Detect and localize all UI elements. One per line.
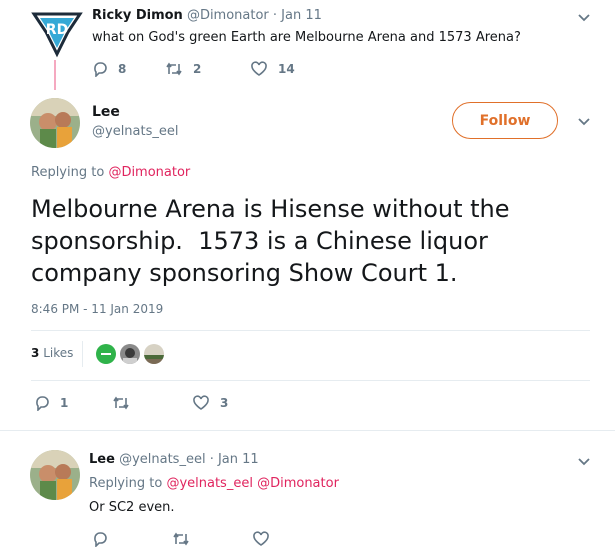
author-name[interactable]: Lee (89, 452, 115, 467)
likes-count: 3 (31, 346, 40, 360)
like-action[interactable]: 14 (250, 61, 295, 77)
tweet-header: Lee @yelnats_eel · Jan 11 (89, 452, 259, 467)
divider (0, 430, 615, 431)
reply-action[interactable]: 1 (34, 395, 68, 411)
replying-to-link[interactable]: @yelnats_eel (166, 476, 253, 491)
reply-icon (34, 395, 50, 411)
retweet-icon (172, 531, 190, 547)
author-handle[interactable]: @yelnats_eel (119, 452, 206, 467)
liker-avatar[interactable] (142, 342, 166, 366)
replying-to-link[interactable]: @Dimonator (257, 476, 339, 491)
thread-connector-line (54, 60, 56, 90)
chevron-down-icon[interactable] (577, 13, 591, 23)
heart-icon (192, 395, 210, 411)
reply-icon (92, 531, 108, 547)
replying-to-link[interactable]: @Dimonator (108, 165, 190, 180)
author-name[interactable]: Ricky Dimon (92, 8, 183, 23)
author-handle[interactable]: @yelnats_eel (92, 124, 179, 139)
avatar-lee[interactable] (30, 98, 80, 148)
reply-icon (92, 61, 108, 77)
replying-to-line: Replying to @Dimonator (31, 165, 190, 180)
author-handle[interactable]: @Dimonator (187, 8, 269, 23)
retweet-count: 2 (193, 62, 202, 76)
tweet-date[interactable]: · Jan 11 (210, 452, 259, 467)
divider (82, 341, 83, 367)
retweet-action[interactable] (112, 395, 140, 411)
heart-icon (252, 531, 270, 547)
svg-text:RD: RD (46, 22, 68, 38)
retweet-icon (112, 395, 130, 411)
reply-action[interactable]: 8 (92, 61, 126, 77)
chevron-down-icon[interactable] (577, 457, 591, 467)
divider (31, 380, 590, 381)
reply-count: 1 (60, 396, 69, 410)
replying-to-label: Replying to (89, 476, 163, 491)
tweet-text: Or SC2 even. (89, 500, 175, 515)
retweet-action[interactable]: 2 (165, 61, 201, 77)
replying-to-label: Replying to (31, 165, 105, 180)
author-name[interactable]: Lee (92, 104, 120, 120)
heart-icon (250, 61, 268, 77)
chevron-down-icon[interactable] (577, 117, 591, 127)
divider (31, 330, 590, 331)
like-action[interactable]: 3 (192, 395, 228, 411)
retweet-action[interactable] (172, 531, 190, 547)
tweet-header: Ricky Dimon @Dimonator · Jan 11 (92, 8, 322, 23)
like-action[interactable] (252, 531, 270, 547)
likes-label: Likes (43, 346, 74, 360)
tweet-text: what on God's green Earth are Melbourne … (92, 30, 521, 45)
tweet-date[interactable]: · Jan 11 (273, 8, 322, 23)
likes-summary[interactable]: 3 Likes (31, 346, 73, 360)
replying-to-line: Replying to @yelnats_eel @Dimonator (89, 476, 339, 491)
reply-count: 8 (118, 62, 127, 76)
like-count: 14 (278, 62, 295, 76)
avatar-ricky-dimon[interactable]: RD (30, 10, 84, 58)
like-count: 3 (220, 396, 229, 410)
avatar-lee[interactable] (30, 450, 80, 500)
reply-action[interactable] (92, 531, 108, 547)
tweet-text: Melbourne Arena is Hisense without the s… (31, 195, 518, 287)
liker-avatar[interactable] (118, 342, 142, 366)
tweet-timestamp[interactable]: 8:46 PM - 11 Jan 2019 (31, 302, 163, 316)
retweet-icon (165, 61, 183, 77)
follow-button[interactable]: Follow (452, 102, 558, 139)
liker-avatar[interactable] (94, 342, 118, 366)
